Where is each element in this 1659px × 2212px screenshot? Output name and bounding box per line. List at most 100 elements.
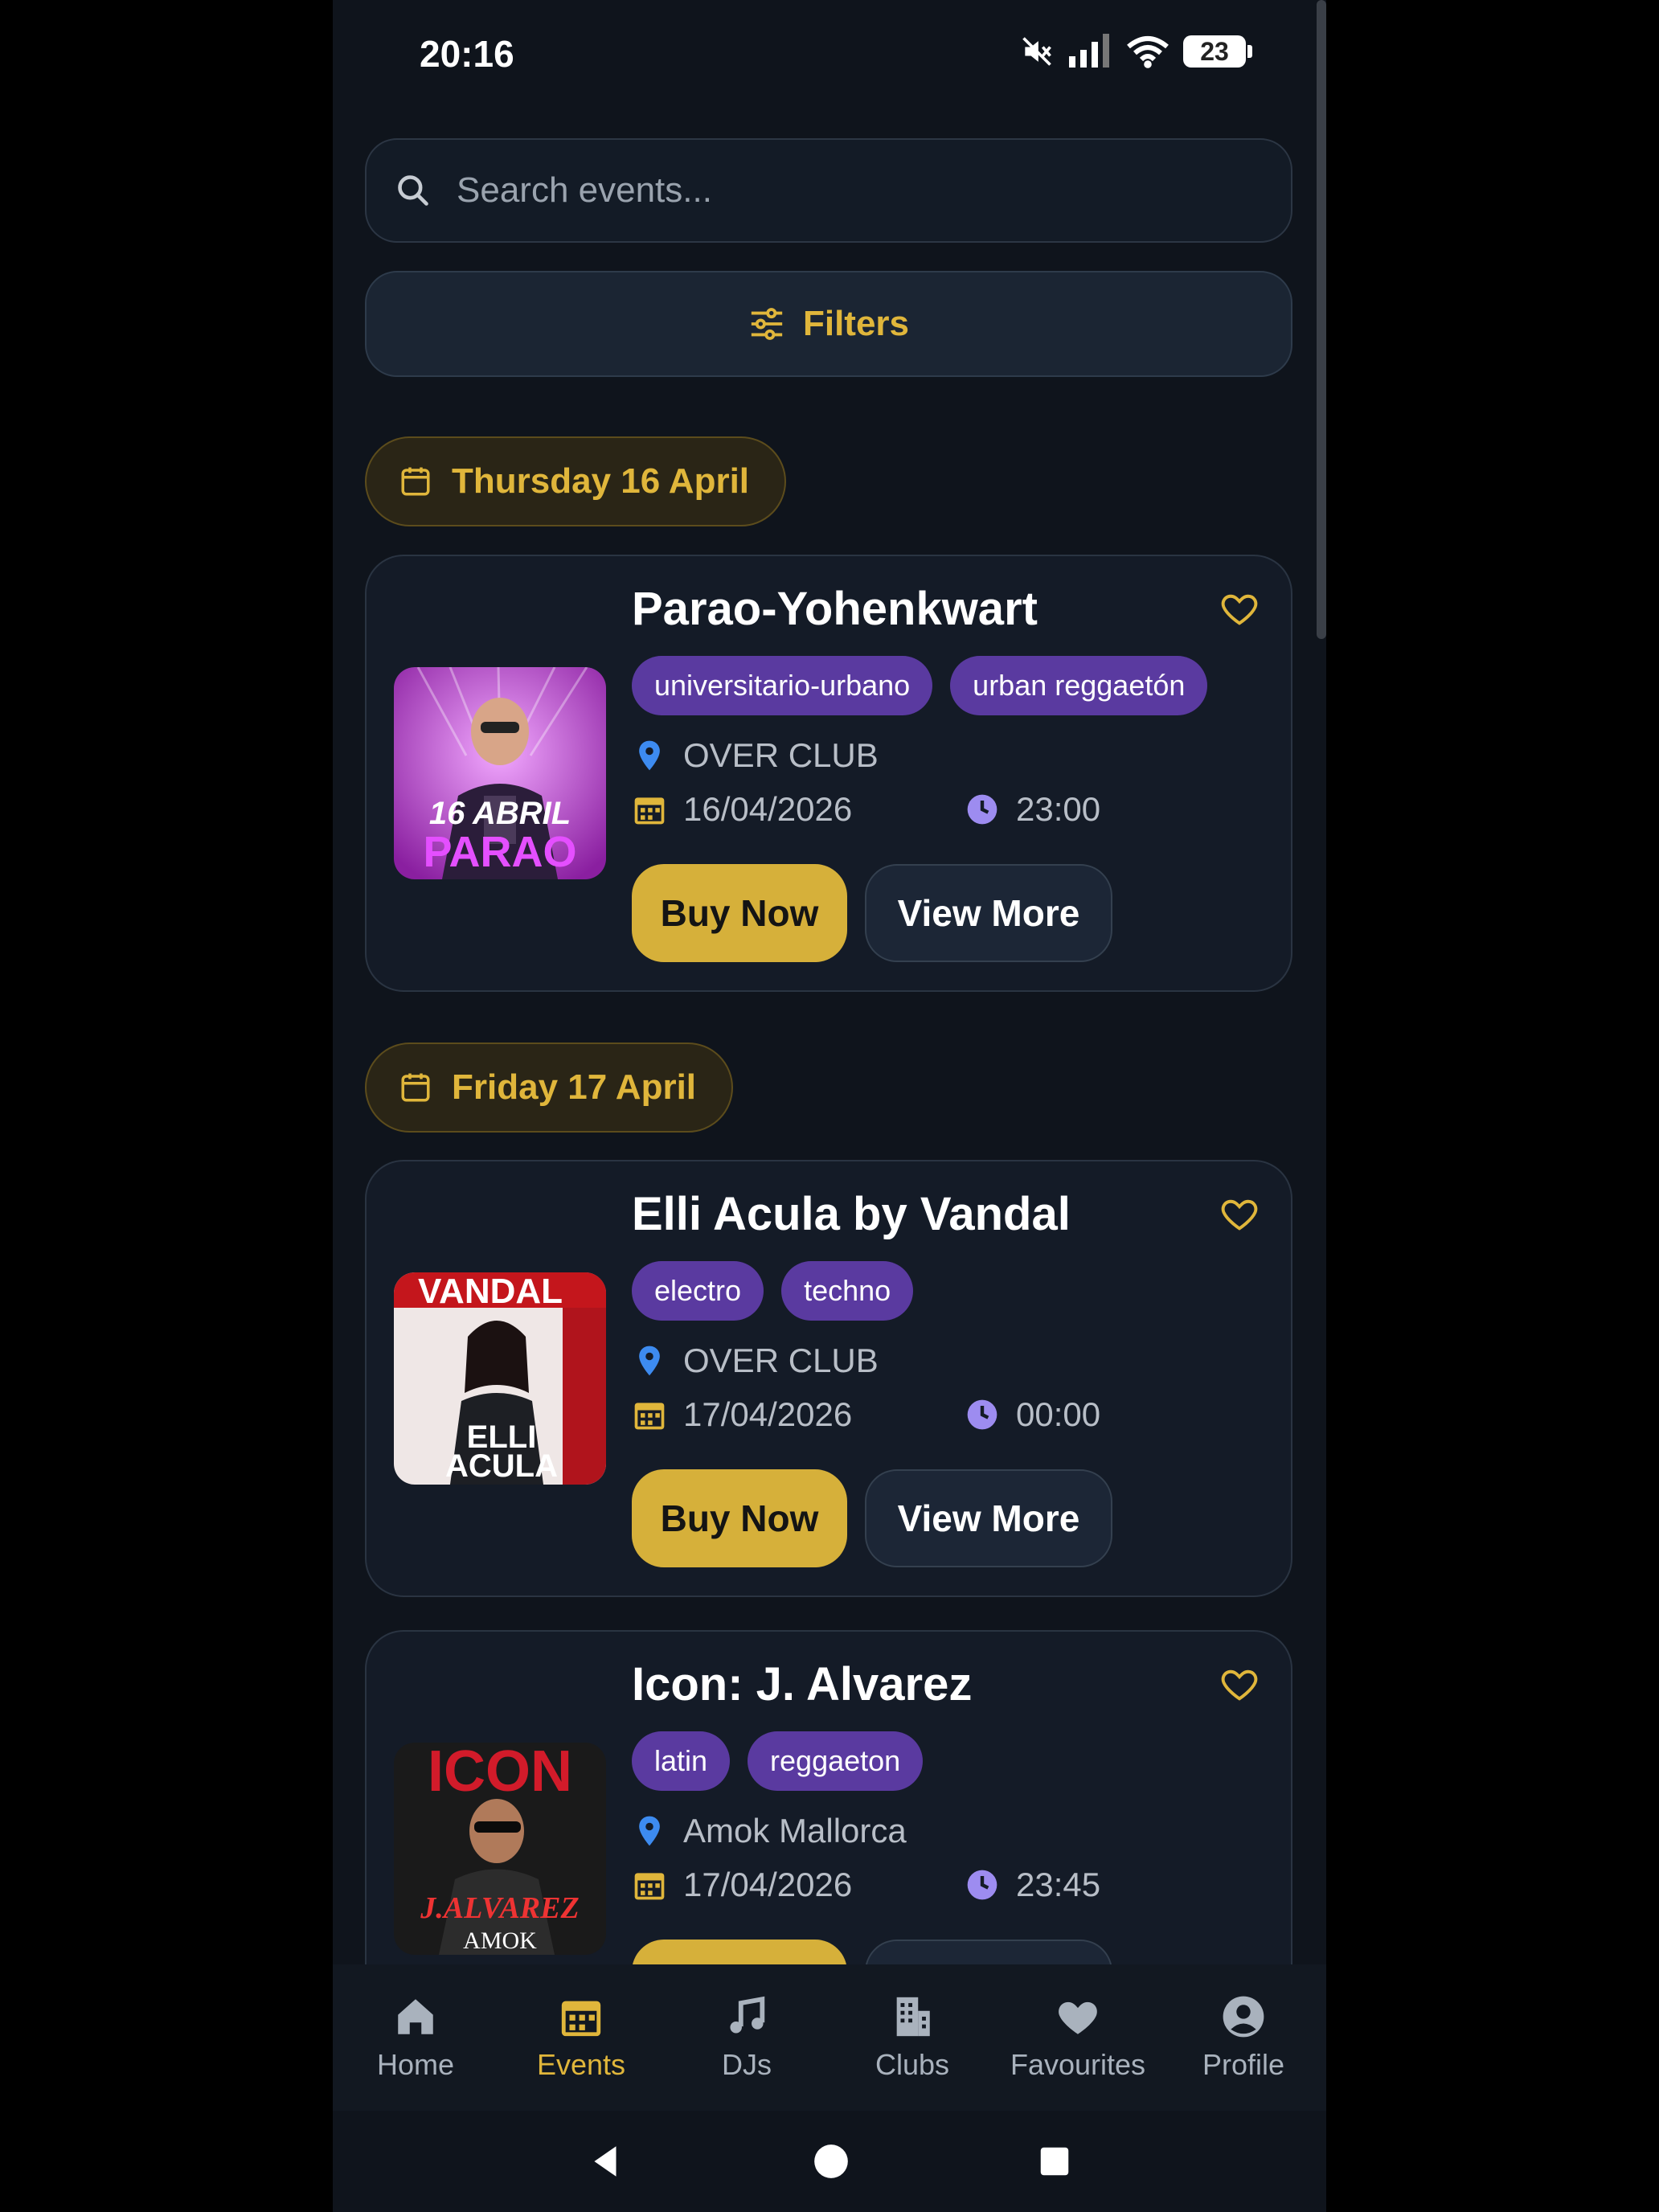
event-title[interactable]: Elli Acula by Vandal bbox=[632, 1187, 1071, 1241]
date-row: 16/04/2026 bbox=[632, 790, 852, 829]
date-header-label: Friday 17 April bbox=[452, 1067, 697, 1107]
calendar-icon bbox=[401, 467, 430, 496]
event-time: 23:00 bbox=[1016, 790, 1101, 828]
svg-text:ICON: ICON bbox=[428, 1743, 572, 1804]
nav-home[interactable]: Home bbox=[333, 1964, 498, 2111]
venue-row: OVER CLUB bbox=[632, 736, 879, 775]
venue-row: Amok Mallorca bbox=[632, 1812, 907, 1850]
heart-outline-icon[interactable] bbox=[1219, 588, 1260, 630]
calendar-icon bbox=[634, 1873, 665, 1900]
location-pin-icon bbox=[639, 1346, 660, 1376]
wifi-icon bbox=[1127, 36, 1169, 68]
svg-text:PARAO: PARAO bbox=[423, 828, 576, 876]
nav-label: Events bbox=[536, 2048, 626, 2081]
buy-now-button[interactable]: Buy Now bbox=[632, 864, 847, 962]
event-poster[interactable]: VANDAL ELLI ACULA bbox=[394, 1272, 606, 1485]
event-card[interactable]: VANDAL ELLI ACULA Elli Acula by Vandal e… bbox=[365, 1160, 1292, 1597]
svg-text:AMOK: AMOK bbox=[463, 1927, 537, 1954]
search-bar[interactable] bbox=[365, 138, 1292, 243]
genre-tags: electro techno bbox=[632, 1261, 914, 1321]
event-card[interactable]: 16 ABRIL PARAO Parao-Yohenkwart universi… bbox=[365, 555, 1292, 992]
genre-tags: universitario-urbano urban reggaetón bbox=[632, 656, 1208, 715]
view-more-button[interactable]: View More bbox=[865, 864, 1112, 962]
filters-button[interactable]: Filters bbox=[365, 271, 1292, 377]
location-pin-icon bbox=[639, 740, 660, 771]
date-header-label: Thursday 16 April bbox=[452, 461, 750, 501]
date-row: 17/04/2026 bbox=[632, 1395, 852, 1434]
nav-label: Home bbox=[376, 2048, 455, 2081]
card-actions: Buy Now View More bbox=[632, 1469, 1112, 1567]
event-title[interactable]: Icon: J. Alvarez bbox=[632, 1657, 972, 1711]
card-actions: Buy Now View More bbox=[632, 864, 1112, 962]
calendar-icon bbox=[401, 1073, 430, 1102]
event-title[interactable]: Parao-Yohenkwart bbox=[632, 582, 1038, 636]
event-date: 16/04/2026 bbox=[683, 790, 853, 828]
svg-text:16 ABRIL: 16 ABRIL bbox=[429, 796, 571, 831]
recents-icon[interactable] bbox=[1036, 2143, 1073, 2180]
genre-tag[interactable]: reggaeton bbox=[748, 1731, 924, 1791]
back-icon[interactable] bbox=[586, 2141, 626, 2181]
nav-label: Favourites bbox=[1010, 2048, 1146, 2081]
mute-icon bbox=[1022, 37, 1051, 66]
buy-now-button[interactable]: Buy Now bbox=[632, 1469, 847, 1567]
sliders-icon bbox=[751, 308, 783, 340]
heart-icon bbox=[1059, 2001, 1097, 2034]
search-input[interactable] bbox=[455, 170, 1182, 211]
genre-tag[interactable]: electro bbox=[632, 1261, 764, 1321]
time-row: 23:45 bbox=[965, 1866, 1100, 1904]
date-row: 17/04/2026 bbox=[632, 1866, 852, 1904]
user-icon bbox=[1223, 1996, 1264, 2038]
heart-outline-icon[interactable] bbox=[1219, 1664, 1260, 1706]
date-header: Thursday 16 April bbox=[365, 436, 787, 526]
battery-icon: 23 bbox=[1183, 35, 1252, 68]
bottom-nav: Home Events DJs Clubs Favourites Profile bbox=[333, 1964, 1326, 2111]
search-icon bbox=[398, 175, 428, 206]
home-icon bbox=[398, 1999, 433, 2034]
phone-screen: 20:16 23 Search events... Filters Thursd… bbox=[333, 0, 1326, 2212]
svg-text:VANDAL: VANDAL bbox=[418, 1272, 563, 1311]
event-date: 17/04/2026 bbox=[683, 1395, 853, 1433]
genre-tag[interactable]: techno bbox=[781, 1261, 914, 1321]
nav-favourites[interactable]: Favourites bbox=[995, 1964, 1161, 2111]
calendar-icon bbox=[634, 797, 665, 825]
svg-text:J.ALVAREZ: J.ALVAREZ bbox=[420, 1891, 579, 1925]
nav-events[interactable]: Events bbox=[498, 1964, 664, 2111]
nav-label: Profile bbox=[1202, 2048, 1285, 2081]
status-time: 20:16 bbox=[420, 33, 514, 75]
heart-outline-icon[interactable] bbox=[1219, 1194, 1260, 1235]
nav-clubs[interactable]: Clubs bbox=[830, 1964, 995, 2111]
venue-row: OVER CLUB bbox=[632, 1342, 879, 1380]
svg-text:ACULA: ACULA bbox=[445, 1448, 558, 1484]
filters-label: Filters bbox=[802, 304, 910, 343]
genre-tag[interactable]: latin bbox=[632, 1731, 731, 1791]
music-note-icon bbox=[730, 1996, 765, 2034]
genre-tag[interactable]: urban reggaetón bbox=[950, 656, 1208, 715]
location-pin-icon bbox=[639, 1816, 660, 1846]
nav-label: Clubs bbox=[875, 2048, 950, 2081]
nav-label: DJs bbox=[722, 2048, 772, 2081]
event-time: 23:45 bbox=[1016, 1866, 1101, 1903]
calendar-icon bbox=[561, 2001, 601, 2037]
event-time: 00:00 bbox=[1016, 1395, 1101, 1433]
event-poster[interactable]: ICON J.ALVAREZ AMOK bbox=[394, 1743, 606, 1955]
date-header: Friday 17 April bbox=[365, 1043, 734, 1133]
clock-icon bbox=[967, 1399, 997, 1430]
system-nav-bar bbox=[333, 2111, 1326, 2212]
calendar-icon bbox=[634, 1403, 665, 1430]
clock-icon bbox=[967, 1870, 997, 1900]
venue-name: OVER CLUB bbox=[683, 736, 879, 774]
status-icons: 23 bbox=[1019, 34, 1252, 69]
genre-tag[interactable]: universitario-urbano bbox=[632, 656, 933, 715]
signal-icon bbox=[1069, 34, 1109, 68]
clock-icon bbox=[967, 794, 997, 825]
home-circle-icon[interactable] bbox=[811, 2141, 851, 2181]
event-poster[interactable]: 16 ABRIL PARAO bbox=[394, 667, 606, 879]
building-icon bbox=[896, 1997, 930, 2037]
nav-djs[interactable]: DJs bbox=[664, 1964, 830, 2111]
venue-name: OVER CLUB bbox=[683, 1342, 879, 1379]
nav-profile[interactable]: Profile bbox=[1161, 1964, 1326, 2111]
view-more-button[interactable]: View More bbox=[865, 1469, 1112, 1567]
time-row: 23:00 bbox=[965, 790, 1100, 829]
event-date: 17/04/2026 bbox=[683, 1866, 853, 1903]
genre-tags: latin reggaeton bbox=[632, 1731, 924, 1791]
